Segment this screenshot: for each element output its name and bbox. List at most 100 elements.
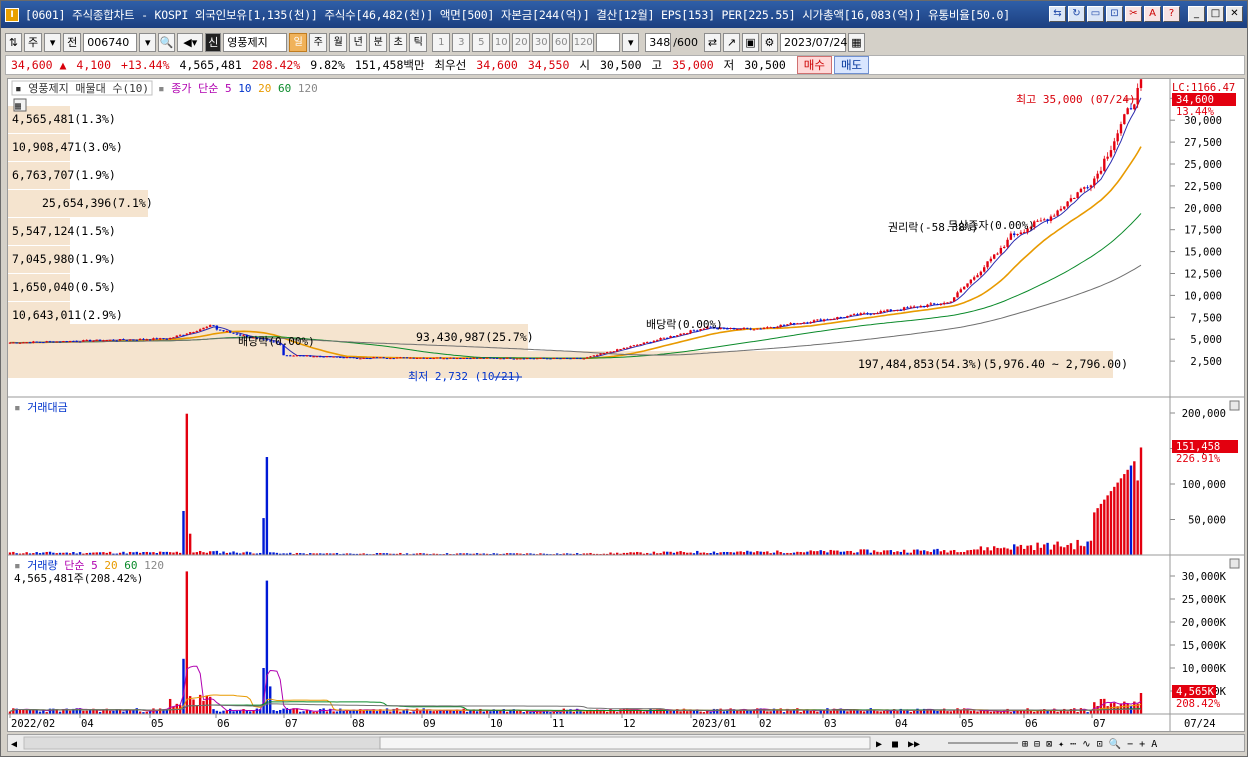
interval-30[interactable]: 30 <box>532 32 551 52</box>
volume-bar <box>369 710 372 714</box>
count-input[interactable]: 348 <box>645 32 672 52</box>
candle-body <box>1086 187 1089 189</box>
amount-bar <box>1043 544 1046 555</box>
chart-svg[interactable]: 4,565,481(1.3%) 10,908,471(3.0%) 6,763,707… <box>8 76 1244 731</box>
indicator-icon[interactable]: ↗ <box>722 32 740 52</box>
stop-icon[interactable]: ■ <box>892 739 898 750</box>
lock-icon[interactable]: ⊡ <box>1106 6 1123 22</box>
candle-body <box>836 317 839 319</box>
candle-body <box>819 319 822 322</box>
candle-body <box>182 334 185 336</box>
tool-icons[interactable]: ⊞ ⊟ ⊠ ✦ ⋯ ∿ ⊡ 🔍 − + A <box>1022 737 1157 750</box>
interval-input[interactable] <box>596 32 621 52</box>
amount-bar <box>1093 512 1096 555</box>
amount-bar <box>1016 546 1019 555</box>
sell-button[interactable]: 매도 <box>833 56 870 74</box>
period-minute[interactable]: 분 <box>369 32 388 52</box>
link-icon[interactable]: ⇆ <box>1049 6 1066 22</box>
amount-bar <box>1076 539 1079 555</box>
search-icon[interactable]: 🔍 <box>158 32 176 52</box>
candle-body <box>148 339 152 341</box>
minimize-button[interactable]: _ <box>1188 6 1205 22</box>
close-button[interactable]: ✕ <box>1226 6 1243 22</box>
amount-bar <box>822 551 826 555</box>
period-year[interactable]: 년 <box>349 32 368 52</box>
candle-body <box>362 357 365 359</box>
scrollbar-svg[interactable]: ◀ ▶ ■ ▶▶ ⊞ ⊟ ⊠ ✦ ⋯ ∿ ⊡ 🔍 − + A <box>8 735 1244 751</box>
scroll-track[interactable] <box>23 736 381 750</box>
volume-bar <box>339 708 342 714</box>
amount-bar <box>889 550 892 555</box>
volume-close-icon[interactable] <box>1229 558 1240 569</box>
candle-body <box>736 329 739 331</box>
amount-bar <box>188 533 192 555</box>
period-day[interactable]: 일 <box>289 32 308 52</box>
trade-amount: 151,458백만 <box>354 58 425 72</box>
profile-legend[interactable]: ▪ 영풍제지 매물대 수(10) <box>15 82 149 95</box>
title-bar[interactable]: I [0601] 주식종합차트 - KOSPI 외국인보유[1,135(천)] … <box>1 1 1247 28</box>
code-search-icon[interactable]: ⇅ <box>5 32 22 52</box>
prev-button[interactable]: 전 <box>63 32 82 52</box>
date-input[interactable]: 2023/07/24 <box>779 32 847 52</box>
volume-bar <box>212 709 215 714</box>
scroll-right-icon[interactable]: ▶ <box>876 739 882 750</box>
settings-icon[interactable]: ⚙ <box>760 32 778 52</box>
period-month[interactable]: 월 <box>329 32 348 52</box>
amount-title[interactable]: ▪ 거래대금 <box>14 401 68 414</box>
period-week[interactable]: 주 <box>309 32 328 52</box>
font-icon[interactable]: A <box>1144 6 1161 22</box>
code-dropdown-icon[interactable]: ▾ <box>139 32 157 52</box>
amount-bar <box>182 510 185 555</box>
chart-scrollbar[interactable]: ◀ ▶ ■ ▶▶ ⊞ ⊟ ⊠ ✦ ⋯ ∿ ⊡ 🔍 − + A <box>7 734 1245 752</box>
play-icon[interactable]: ▶▶ <box>908 739 920 750</box>
refresh-icon[interactable]: ↻ <box>1068 6 1085 22</box>
ma-legend[interactable]: ▪ 종가 단순 5 10 20 60 120 <box>158 82 318 95</box>
candle-body <box>749 328 752 330</box>
volume-bar <box>746 710 749 714</box>
interval-10[interactable]: 10 <box>492 32 511 52</box>
candle-body <box>856 314 859 316</box>
amount-bar <box>952 549 956 555</box>
interval-dropdown-icon[interactable]: ▾ <box>622 32 640 52</box>
interval-60[interactable]: 60 <box>552 32 571 52</box>
buy-button[interactable]: 매수 <box>796 56 832 74</box>
candle-body <box>932 303 936 305</box>
pin-icon[interactable]: ✂ <box>1125 6 1142 22</box>
scroll-left-icon[interactable]: ◀ <box>11 739 17 750</box>
interval-120[interactable]: 120 <box>572 32 595 52</box>
maximize-button[interactable]: □ <box>1207 6 1224 22</box>
interval-5[interactable]: 5 <box>472 32 491 52</box>
window-icon[interactable]: ▭ <box>1087 6 1104 22</box>
candle-body <box>876 313 879 315</box>
interval-20[interactable]: 20 <box>512 32 531 52</box>
candle-body <box>565 357 569 359</box>
amount-bar <box>679 551 682 555</box>
market-select[interactable]: 주 <box>24 32 43 52</box>
interval-3[interactable]: 3 <box>452 32 471 52</box>
code-input[interactable]: 006740 <box>83 32 138 52</box>
volume-bar <box>279 709 282 714</box>
candle-body <box>1136 87 1139 105</box>
candle-body <box>409 357 412 359</box>
amount-close-icon[interactable] <box>1229 400 1240 411</box>
scroll-thumb[interactable] <box>379 736 871 750</box>
save-icon[interactable]: ▣ <box>741 32 759 52</box>
candle-body <box>862 313 866 315</box>
candle-body <box>532 358 535 360</box>
candle-body <box>789 323 792 325</box>
period-second[interactable]: 초 <box>389 32 408 52</box>
period-tick[interactable]: 틱 <box>409 32 428 52</box>
volume-legend[interactable]: ▪ 거래량 단순 5 20 60 120 <box>14 559 164 572</box>
chart-area[interactable]: 4,565,481(1.3%) 10,908,471(3.0%) 6,763,707… <box>7 76 1245 732</box>
speaker-icon[interactable]: ◀▾ <box>177 32 204 52</box>
volume-bar <box>1026 708 1029 714</box>
candle-body <box>58 341 62 343</box>
calendar-icon[interactable]: ▦ <box>847 32 865 52</box>
help-icon[interactable]: ? <box>1163 6 1180 22</box>
market-dropdown-icon[interactable]: ▾ <box>44 32 62 52</box>
chart-type-icon[interactable]: ⇄ <box>703 32 721 52</box>
interval-1[interactable]: 1 <box>432 32 451 52</box>
candle-body <box>299 355 302 357</box>
candle-body <box>455 358 459 360</box>
candle-body <box>1023 232 1026 234</box>
